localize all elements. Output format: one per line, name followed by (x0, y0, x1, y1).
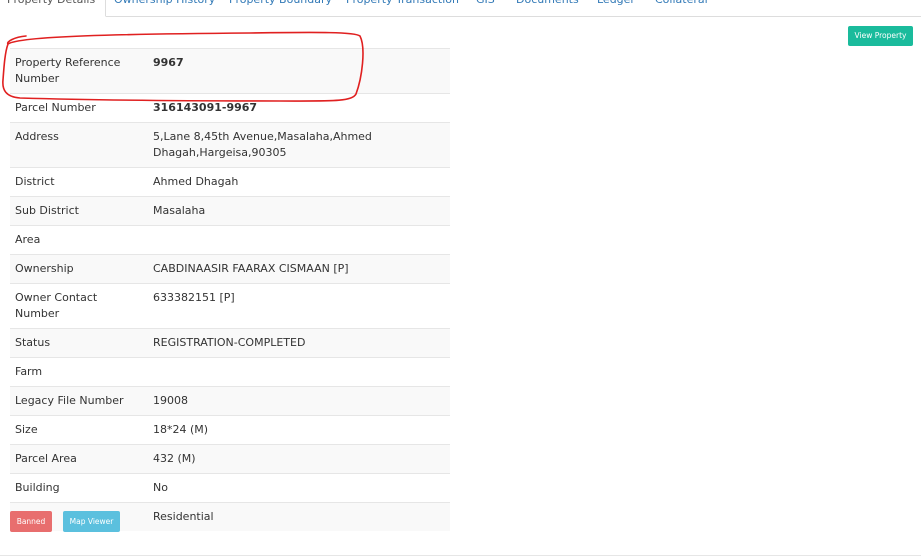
table-row: Ownership CABDINAASIR FAARAX CISMAAN [P] (10, 254, 450, 284)
parcel-number-value: 316143091-9967 (148, 93, 450, 123)
table-row: Address 5,Lane 8,45th Avenue,Masalaha,Ah… (10, 122, 450, 168)
usage-value: Residential (148, 502, 450, 531)
tab-property-transaction[interactable]: Property Transaction (346, 0, 459, 16)
farm-value (148, 357, 450, 387)
district-label: District (10, 167, 148, 197)
table-row: District Ahmed Dhagah (10, 167, 450, 197)
size-value: 18*24 (M) (148, 415, 450, 445)
status-value: REGISTRATION-COMPLETED (148, 328, 450, 358)
table-row: Parcel Area 432 (M) (10, 444, 450, 474)
legacy-file-number-label: Legacy File Number (10, 386, 148, 416)
address-value: 5,Lane 8,45th Avenue,Masalaha,Ahmed Dhag… (148, 122, 450, 168)
status-label: Status (10, 328, 148, 358)
parcel-area-label: Parcel Area (10, 444, 148, 474)
table-row: Area (10, 225, 450, 255)
tab-ledger[interactable]: Ledger (597, 0, 635, 16)
tab-property-boundary[interactable]: Property Boundary (229, 0, 332, 16)
area-label: Area (10, 225, 148, 255)
farm-label: Farm (10, 357, 148, 387)
building-label: Building (10, 473, 148, 503)
banned-button[interactable]: Banned (10, 511, 52, 532)
ownership-value: CABDINAASIR FAARAX CISMAAN [P] (148, 254, 450, 284)
parcel-number-label: Parcel Number (10, 93, 148, 123)
tab-bar: Property Details Ownership History Prope… (0, 0, 921, 17)
table-row: Property Reference Number 9967 (10, 48, 450, 94)
table-row: Building No (10, 473, 450, 503)
owner-contact-number-label: Owner Contact Number (10, 283, 148, 329)
footer-divider (0, 555, 921, 556)
tab-collateral[interactable]: Collateral (655, 0, 708, 16)
ownership-label: Ownership (10, 254, 148, 284)
district-value: Ahmed Dhagah (148, 167, 450, 197)
map-viewer-button[interactable]: Map Viewer (63, 511, 120, 532)
property-details-table: Property Reference Number 9967 Parcel Nu… (10, 48, 450, 531)
owner-contact-number-value: 633382151 [P] (148, 283, 450, 329)
property-details-page: Property Details Ownership History Prope… (0, 0, 921, 557)
area-value (148, 225, 450, 255)
tab-ownership-history[interactable]: Ownership History (114, 0, 215, 16)
table-row: Size 18*24 (M) (10, 415, 450, 445)
tab-gis[interactable]: GIS (476, 0, 495, 16)
building-value: No (148, 473, 450, 503)
property-reference-number-value: 9967 (148, 48, 450, 94)
table-row: Farm (10, 357, 450, 387)
property-reference-number-label: Property Reference Number (10, 48, 148, 94)
address-label: Address (10, 122, 148, 168)
size-label: Size (10, 415, 148, 445)
table-row: Legacy File Number 19008 (10, 386, 450, 416)
tab-documents[interactable]: Documents (516, 0, 579, 16)
parcel-area-value: 432 (M) (148, 444, 450, 474)
sub-district-value: Masalaha (148, 196, 450, 226)
table-row: Status REGISTRATION-COMPLETED (10, 328, 450, 358)
tab-property-details[interactable]: Property Details (0, 0, 107, 17)
view-property-button[interactable]: View Property (848, 26, 913, 46)
table-row: Owner Contact Number 633382151 [P] (10, 283, 450, 329)
sub-district-label: Sub District (10, 196, 148, 226)
table-row: Sub District Masalaha (10, 196, 450, 226)
table-row: Parcel Number 316143091-9967 (10, 93, 450, 123)
legacy-file-number-value: 19008 (148, 386, 450, 416)
